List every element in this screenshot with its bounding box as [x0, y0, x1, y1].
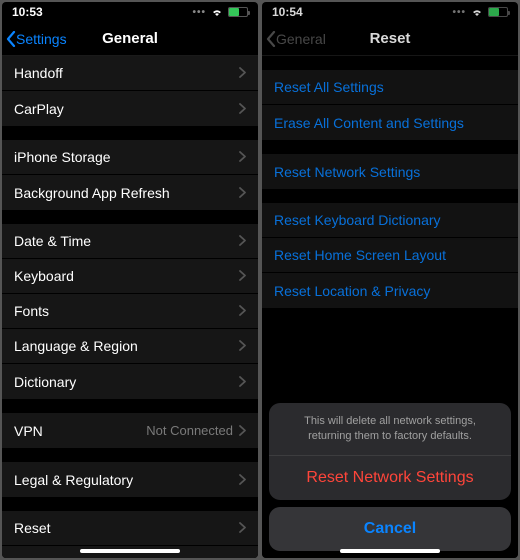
nav-bar: Settings General: [2, 22, 258, 56]
chevron-right-icon: [239, 305, 246, 316]
nav-title: Reset: [370, 30, 411, 47]
settings-section: VPNNot Connected: [2, 413, 258, 448]
chevron-right-icon: [239, 376, 246, 387]
row-label: VPN: [14, 423, 146, 439]
settings-row[interactable]: Reset Network Settings: [262, 154, 518, 189]
chevron-right-icon: [239, 425, 246, 436]
chevron-left-icon: [6, 31, 16, 47]
chevron-right-icon: [239, 270, 246, 281]
settings-row[interactable]: iPhone Storage: [2, 140, 258, 175]
row-label: Dictionary: [14, 374, 239, 390]
row-label: Reset Network Settings: [274, 164, 506, 180]
settings-row[interactable]: Date & Time: [2, 224, 258, 259]
chevron-right-icon: [239, 67, 246, 78]
settings-list[interactable]: Handoff CarPlay iPhone Storage Background A…: [2, 56, 258, 558]
wifi-icon: [470, 7, 484, 17]
row-label: Handoff: [14, 65, 239, 81]
wifi-icon: [210, 7, 224, 17]
settings-section: Reset Network Settings: [262, 154, 518, 189]
status-right: •••: [452, 7, 508, 18]
row-label: Background App Refresh: [14, 185, 239, 201]
cancel-button[interactable]: Cancel: [269, 507, 511, 551]
chevron-right-icon: [239, 474, 246, 485]
action-sheet: This will delete all network settings, r…: [269, 403, 511, 551]
row-label: Reset Home Screen Layout: [274, 247, 506, 263]
nav-title: General: [102, 30, 158, 47]
cellular-icon: •••: [192, 7, 206, 18]
chevron-right-icon: [239, 235, 246, 246]
row-label: Reset: [14, 520, 239, 536]
settings-row[interactable]: CarPlay: [2, 91, 258, 126]
status-bar: 10:54 •••: [262, 2, 518, 22]
confirm-reset-button[interactable]: Reset Network Settings: [269, 456, 511, 500]
settings-section: Date & Time Keyboard Fonts Language & Regio…: [2, 224, 258, 399]
settings-row[interactable]: Erase All Content and Settings: [262, 105, 518, 140]
status-right: •••: [192, 7, 248, 18]
chevron-right-icon: [239, 340, 246, 351]
back-button[interactable]: Settings: [6, 31, 67, 47]
chevron-right-icon: [239, 103, 246, 114]
settings-section: Legal & Regulatory: [2, 462, 258, 497]
chevron-right-icon: [239, 522, 246, 533]
status-bar: 10:53 •••: [2, 2, 258, 22]
nav-bar: General Reset: [262, 22, 518, 56]
settings-section: Handoff CarPlay: [2, 56, 258, 126]
phone-reset: 10:54 ••• General Reset Reset All Settin…: [262, 2, 518, 558]
settings-row[interactable]: VPNNot Connected: [2, 413, 258, 448]
row-label: Reset All Settings: [274, 79, 506, 95]
settings-row[interactable]: Fonts: [2, 294, 258, 329]
back-label: General: [276, 31, 326, 47]
row-label: Reset Location & Privacy: [274, 283, 506, 299]
row-label: Language & Region: [14, 338, 239, 354]
chevron-left-icon: [266, 31, 276, 47]
settings-row[interactable]: Dictionary: [2, 364, 258, 399]
settings-row[interactable]: Reset Keyboard Dictionary: [262, 203, 518, 238]
row-value: Not Connected: [146, 423, 233, 438]
row-label: Date & Time: [14, 233, 239, 249]
row-label: Shut Down: [14, 556, 246, 559]
back-label: Settings: [16, 31, 67, 47]
row-label: Fonts: [14, 303, 239, 319]
battery-icon: [228, 7, 248, 17]
settings-row[interactable]: Reset Home Screen Layout: [262, 238, 518, 273]
home-indicator[interactable]: [80, 549, 180, 553]
row-label: CarPlay: [14, 101, 239, 117]
settings-row[interactable]: Reset Location & Privacy: [262, 273, 518, 308]
row-label: Reset Keyboard Dictionary: [274, 212, 506, 228]
settings-row[interactable]: Keyboard: [2, 259, 258, 294]
settings-section: Reset All Settings Erase All Content and …: [262, 70, 518, 140]
row-label: Legal & Regulatory: [14, 472, 239, 488]
row-label: Erase All Content and Settings: [274, 115, 506, 131]
row-label: iPhone Storage: [14, 149, 239, 165]
settings-row[interactable]: Handoff: [2, 56, 258, 91]
settings-row[interactable]: Background App Refresh: [2, 175, 258, 210]
settings-section: iPhone Storage Background App Refresh: [2, 140, 258, 210]
action-sheet-message: This will delete all network settings, r…: [269, 403, 511, 456]
settings-section: Reset Keyboard Dictionary Reset Home Scre…: [262, 203, 518, 308]
row-label: Keyboard: [14, 268, 239, 284]
settings-row[interactable]: Reset All Settings: [262, 70, 518, 105]
cellular-icon: •••: [452, 7, 466, 18]
back-button[interactable]: General: [266, 31, 326, 47]
status-time: 10:54: [272, 5, 303, 19]
settings-row[interactable]: Language & Region: [2, 329, 258, 364]
settings-row[interactable]: Legal & Regulatory: [2, 462, 258, 497]
home-indicator[interactable]: [340, 549, 440, 553]
settings-row[interactable]: Reset: [2, 511, 258, 546]
status-time: 10:53: [12, 5, 43, 19]
phone-general: 10:53 ••• Settings General Handoff CarPla…: [2, 2, 258, 558]
chevron-right-icon: [239, 151, 246, 162]
chevron-right-icon: [239, 187, 246, 198]
action-sheet-group: This will delete all network settings, r…: [269, 403, 511, 500]
battery-icon: [488, 7, 508, 17]
